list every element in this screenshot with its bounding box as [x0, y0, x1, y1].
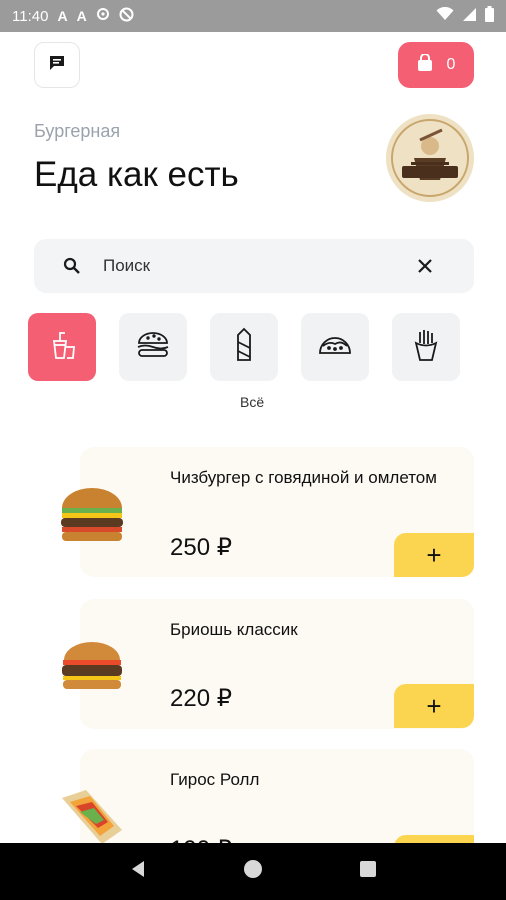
- search-bar: [34, 239, 474, 293]
- gear-icon: [96, 7, 110, 25]
- fries-icon: [412, 328, 440, 367]
- product-name: Чизбургер с говядиной и омлетом: [170, 468, 437, 487]
- product-name: Гирос Ролл: [170, 770, 260, 789]
- drinks-icon: [46, 329, 78, 366]
- restaurant-name: Еда как есть: [34, 155, 239, 194]
- category-drinks[interactable]: [28, 313, 96, 381]
- category-list: [28, 313, 460, 381]
- category-fries[interactable]: [392, 313, 460, 381]
- status-time: 11:40: [12, 7, 49, 25]
- signal-icon: [462, 7, 477, 26]
- chat-icon: [48, 54, 66, 77]
- cart-button[interactable]: 0: [398, 42, 474, 88]
- home-icon[interactable]: [243, 859, 263, 884]
- restaurant-category: Бургерная: [34, 121, 121, 141]
- search-icon: [61, 255, 83, 277]
- category-rolls[interactable]: [210, 313, 278, 381]
- back-icon[interactable]: [128, 859, 148, 884]
- taco-icon: [317, 333, 353, 362]
- block-icon: [119, 7, 134, 26]
- wifi-icon: [436, 6, 454, 25]
- add-to-cart-button[interactable]: +: [394, 684, 474, 728]
- burger-icon: [136, 331, 170, 364]
- category-tacos[interactable]: [301, 313, 369, 381]
- chat-button[interactable]: [34, 42, 80, 88]
- cart-count: 0: [446, 56, 456, 73]
- category-burgers[interactable]: [119, 313, 187, 381]
- product-name: Бриошь классик: [170, 620, 298, 639]
- top-row: 0: [34, 42, 474, 88]
- status-bar: 11:40 A A: [0, 0, 506, 32]
- burger-image: [56, 630, 128, 702]
- category-selected-label: Всё: [240, 394, 265, 410]
- a-cross-icon: A: [57, 8, 68, 24]
- a-cross-icon: A: [76, 8, 87, 24]
- recents-icon[interactable]: [358, 859, 378, 884]
- add-to-cart-button[interactable]: +: [394, 533, 474, 577]
- close-icon[interactable]: [416, 257, 434, 275]
- system-nav-bar: [0, 843, 506, 900]
- bag-icon: [417, 52, 433, 77]
- product-price: 250 ₽: [170, 534, 232, 561]
- search-input[interactable]: [103, 256, 416, 276]
- restaurant-logo: [386, 114, 474, 202]
- product-price: 220 ₽: [170, 685, 232, 712]
- roll-icon: [232, 327, 256, 368]
- battery-icon: [485, 6, 494, 26]
- burger-image: [56, 478, 128, 550]
